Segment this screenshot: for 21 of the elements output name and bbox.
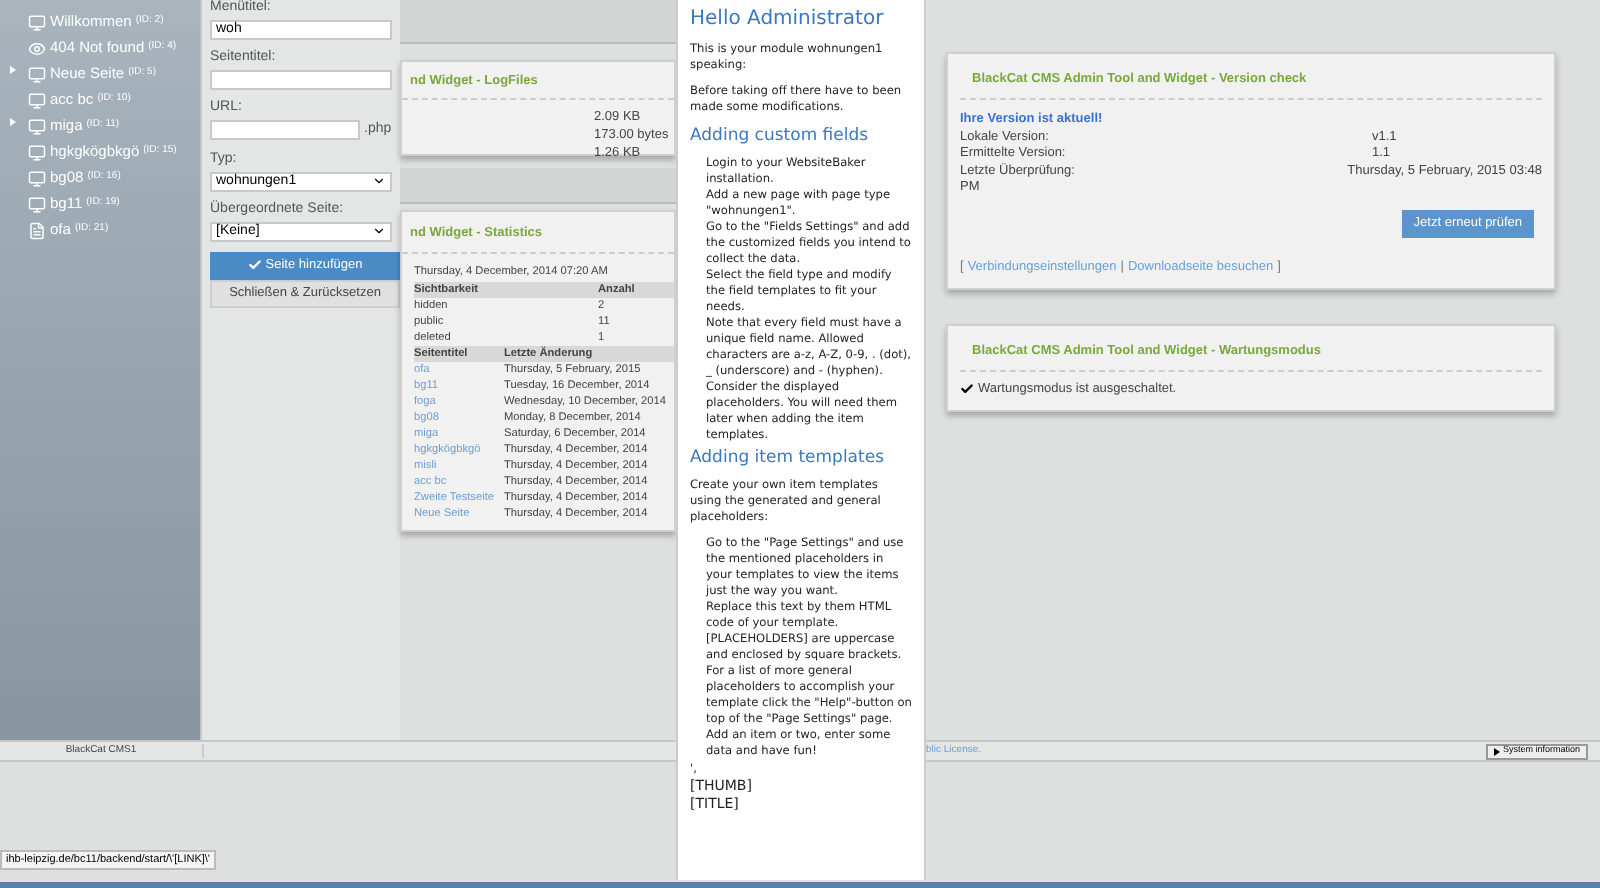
- monitor-icon: [28, 65, 46, 83]
- monitor-icon: [28, 143, 46, 161]
- expand-arrow-icon[interactable]: [10, 118, 16, 127]
- expand-arrow-icon[interactable]: [10, 66, 16, 75]
- caret-icon: [372, 224, 386, 238]
- url-field[interactable]: [210, 120, 360, 141]
- monitor-icon: [28, 117, 46, 135]
- check-icon: [247, 258, 262, 272]
- popup-title: Hello Administrator: [690, 6, 886, 34]
- caret-icon: [372, 174, 386, 188]
- pointer-icon: [1494, 747, 1501, 755]
- monitor-icon: [28, 13, 46, 31]
- monitor-icon: [28, 91, 46, 109]
- monitor-icon: [28, 195, 46, 213]
- check-icon: [960, 382, 974, 397]
- eye-icon: [28, 39, 46, 57]
- monitor-icon: [28, 169, 46, 187]
- document-icon: [28, 221, 46, 239]
- section-heading: Adding item templates: [690, 448, 887, 470]
- text-field[interactable]: [210, 70, 392, 90]
- section-heading: Adding custom fields: [690, 126, 871, 148]
